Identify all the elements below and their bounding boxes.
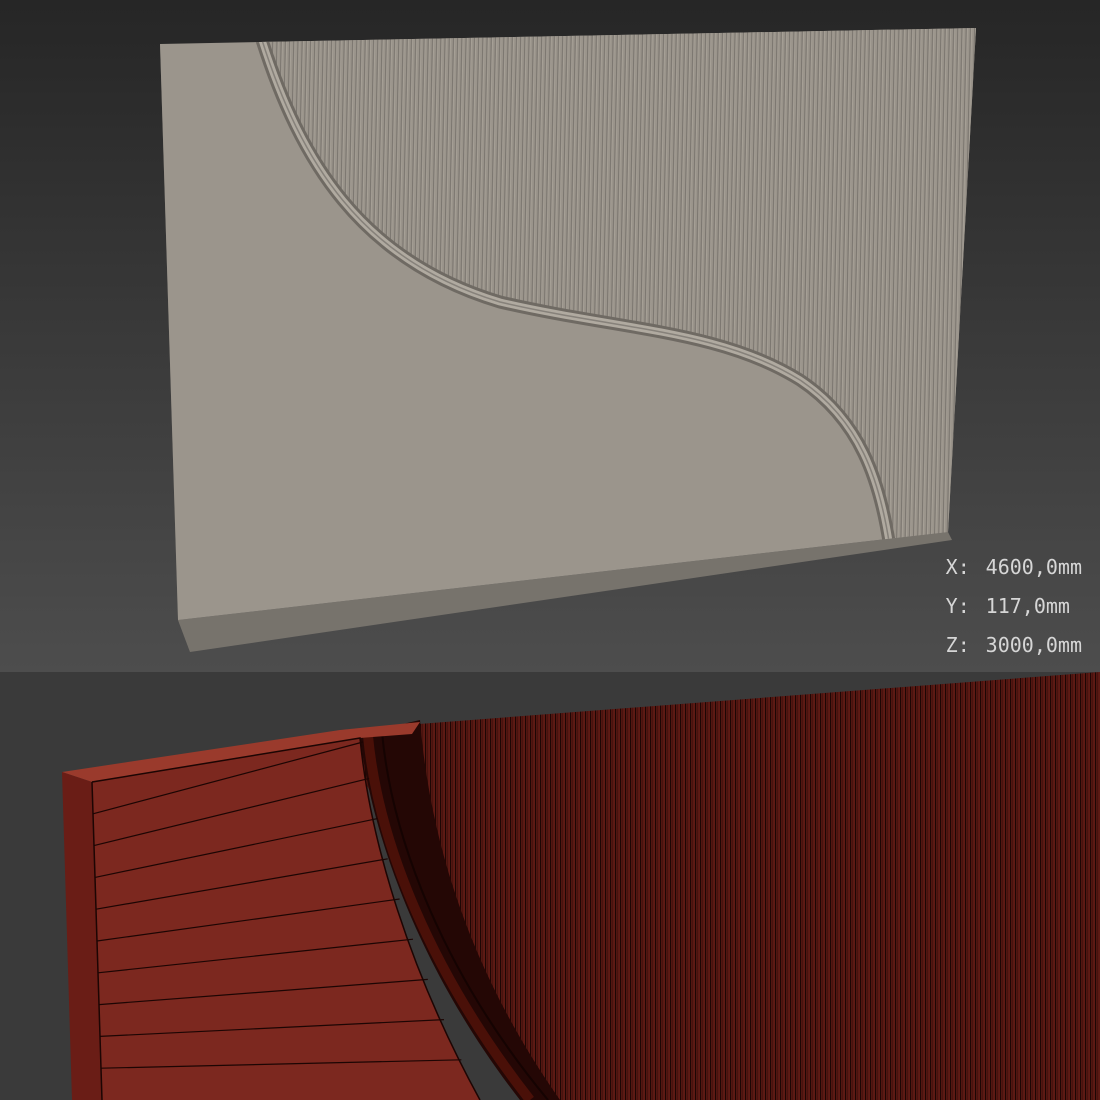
viewport-top-shaded[interactable]: X: 4600,0mm Y: 117,0mm Z: 3000,0mm [0, 0, 1100, 672]
dimensions-readout: X: 4600,0mm Y: 117,0mm Z: 3000,0mm [946, 548, 1082, 665]
dimension-y-value: 117,0mm [985, 594, 1070, 618]
dimension-x-axis: X: [945, 555, 970, 579]
dimension-x-value: 4600,0mm [985, 555, 1082, 579]
dimension-z: Z: 3000,0mm [946, 626, 1082, 665]
dimension-y-axis: Y: [945, 594, 970, 618]
dimension-z-axis: Z: [945, 633, 970, 657]
viewport-bottom-wireframe[interactable] [0, 672, 1100, 1100]
dimension-y: Y: 117,0mm [946, 587, 1082, 626]
wireframe-closeup [0, 672, 1100, 1100]
dimension-z-value: 3000,0mm [985, 633, 1082, 657]
panel-render [0, 0, 1100, 672]
dimension-x: X: 4600,0mm [946, 548, 1082, 587]
